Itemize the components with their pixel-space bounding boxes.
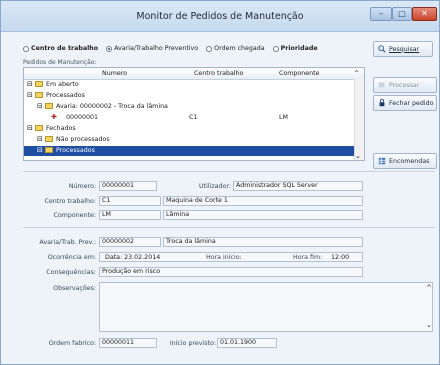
- col-componente[interactable]: Componente: [279, 70, 319, 77]
- folder-icon: [35, 92, 43, 98]
- centro-name-field: Maquina de Corte 1: [163, 196, 363, 206]
- consequencias-field[interactable]: Produção em risco: [99, 267, 363, 277]
- componente-name-field: Lâmina: [163, 210, 363, 220]
- fechar-pedido-button[interactable]: Fechar pedido: [373, 95, 437, 111]
- grid-icon: [378, 157, 386, 165]
- pedidos-label: Pedidos de Manutenção:: [23, 59, 97, 66]
- tree-row[interactable]: ⊟ Processados: [24, 146, 354, 156]
- centro-label: Centro trabalho:: [44, 198, 96, 205]
- expand-icon[interactable]: ⊟: [37, 135, 43, 143]
- divider: [23, 171, 435, 172]
- col-numero[interactable]: Numero: [102, 70, 127, 77]
- tree-row-text: Fechados: [46, 125, 76, 132]
- expand-icon[interactable]: ⊟: [27, 91, 33, 99]
- tree-row-text: Não processados: [56, 136, 110, 143]
- data-value: Data: 23.02.2014: [105, 254, 161, 261]
- folder-icon: [35, 125, 43, 131]
- folder-icon: [45, 147, 53, 153]
- hora-fim-value: 12:00: [331, 254, 350, 261]
- minimize-button[interactable]: –: [370, 7, 392, 21]
- radio-prioridade[interactable]: Prioridade: [272, 45, 318, 52]
- tree-row[interactable]: ⊟ Não processados: [24, 135, 354, 145]
- search-icon: [378, 45, 386, 53]
- avaria-label: Avaria/Trab. Prev.:: [39, 239, 96, 246]
- utilizador-label: Utilizador:: [199, 183, 231, 190]
- main-window: Monitor de Pedidos de Manutenção – □ ✕ C…: [0, 0, 440, 365]
- inicio-label: Início previsto:: [169, 340, 216, 347]
- maximize-button[interactable]: □: [392, 7, 412, 21]
- encomendas-label: Encomendas: [389, 157, 430, 165]
- wrench-icon: ✚: [51, 113, 57, 121]
- pesquisar-button[interactable]: Pesquisar: [373, 41, 433, 57]
- tree-scrollbar[interactable]: [354, 79, 364, 160]
- ocorrencia-label: Ocorrência em:: [47, 254, 96, 261]
- tree-row-text: Avaria: 00000002 - Troca da lâmina: [56, 103, 168, 110]
- avaria-code-field[interactable]: 00000002: [99, 237, 161, 247]
- folder-icon: [45, 103, 53, 109]
- sort-options: Centro de trabalho Avaria/Trabalho Preve…: [23, 45, 318, 52]
- folder-icon: [45, 136, 53, 142]
- consequencias-label: Consequências:: [46, 269, 96, 276]
- tree-row[interactable]: ⊟ Fechados: [24, 124, 354, 134]
- tree-row-componente: LM: [279, 114, 288, 121]
- utilizador-field[interactable]: Administrador SQL Server: [233, 181, 363, 191]
- inicio-field[interactable]: 01.01.1900: [217, 338, 277, 348]
- componente-label: Componente:: [53, 212, 96, 219]
- radio-dot: [272, 45, 279, 52]
- pedidos-tree[interactable]: Numero Centro trabalho Componente ^ ⊟ Em …: [23, 67, 365, 161]
- radio-dot: [23, 45, 29, 52]
- observacoes-label: Observações:: [53, 285, 96, 292]
- encomendas-button[interactable]: Encomendas: [373, 153, 437, 169]
- scroll-down-icon[interactable]: ⌄: [426, 321, 432, 329]
- sort-up-icon: ^: [354, 70, 360, 77]
- tree-row[interactable]: ⊟ Processados: [24, 91, 354, 101]
- process-icon: [378, 82, 385, 88]
- expand-icon[interactable]: ⊟: [27, 124, 33, 132]
- tree-row-text: Em aberto: [46, 81, 79, 88]
- pesquisar-label: Pesquisar: [389, 45, 420, 53]
- processar-label: Processar: [389, 81, 420, 89]
- tree-row-centro: C1: [189, 114, 198, 121]
- observacoes-textarea[interactable]: [99, 282, 433, 332]
- close-button[interactable]: ✕: [412, 7, 437, 21]
- tree-header: Numero Centro trabalho Componente ^: [24, 68, 364, 80]
- col-centro[interactable]: Centro trabalho: [194, 70, 243, 77]
- radio-dot: [106, 45, 113, 52]
- componente-code-field[interactable]: LM: [99, 210, 161, 220]
- tree-row[interactable]: ⊟ Em aberto: [24, 80, 354, 90]
- ordem-label: Ordem fabrico:: [48, 340, 96, 347]
- numero-label: Número:: [68, 183, 96, 190]
- fechar-label: Fechar pedido: [389, 99, 434, 107]
- hora-inicio-label: Hora início:: [206, 254, 242, 261]
- radio-centro-trabalho[interactable]: Centro de trabalho: [23, 45, 98, 52]
- scroll-down-icon[interactable]: ⌄: [355, 152, 361, 160]
- tree-row[interactable]: ✚ 00000001 C1 LM: [24, 113, 354, 123]
- expand-icon[interactable]: ⊟: [37, 146, 43, 154]
- lock-icon: [379, 99, 385, 107]
- tree-row-text: Processados: [46, 92, 85, 99]
- divider: [23, 227, 435, 228]
- radio-label: Prioridade: [280, 45, 318, 52]
- radio-label: Ordem chegada: [214, 45, 265, 52]
- folder-icon: [35, 81, 43, 87]
- radio-label: Avaria/Trabalho Preventivo: [114, 45, 199, 52]
- tree-row-text: Processados: [56, 147, 95, 154]
- hora-fim-label: Hora fim:: [293, 254, 323, 261]
- radio-dot: [206, 45, 213, 52]
- expand-icon[interactable]: ⊟: [37, 102, 43, 110]
- scroll-up-icon[interactable]: ^: [426, 284, 432, 292]
- tree-row[interactable]: ⊟ Avaria: 00000002 - Troca da lâmina: [24, 102, 354, 112]
- radio-avaria[interactable]: Avaria/Trabalho Preventivo: [106, 45, 198, 52]
- processar-button[interactable]: Processar: [373, 77, 437, 93]
- radio-ordem-chegada[interactable]: Ordem chegada: [206, 45, 265, 52]
- title-bar: Monitor de Pedidos de Manutenção – □ ✕: [1, 1, 439, 32]
- radio-label: Centro de trabalho: [31, 45, 99, 52]
- expand-icon[interactable]: ⊟: [27, 80, 33, 88]
- avaria-name-field: Troca da lâmina: [163, 237, 363, 247]
- tree-row-text: 00000001: [66, 114, 99, 121]
- centro-code-field[interactable]: C1: [99, 196, 161, 206]
